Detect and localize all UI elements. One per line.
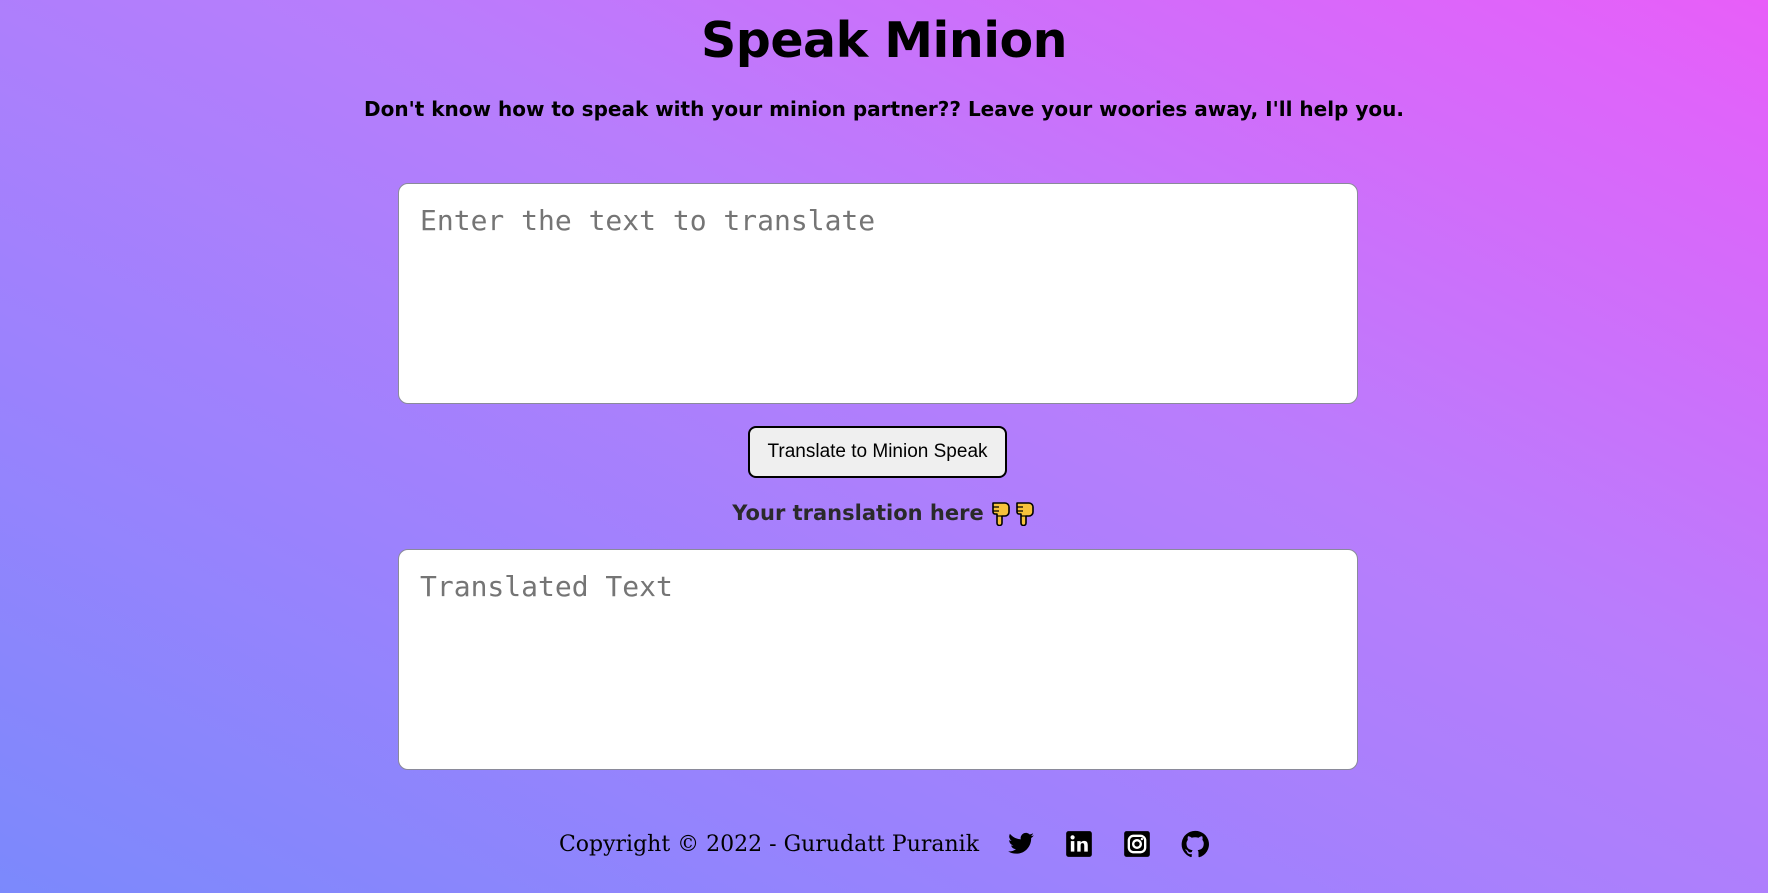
page-title: Speak Minion [700,12,1068,69]
copyright-text: Copyright © 2022 - Gurudatt Puranik [558,831,980,857]
github-icon[interactable] [1181,830,1210,858]
twitter-icon[interactable] [1007,830,1035,858]
footer: Copyright © 2022 - Gurudatt Puranik [0,830,1768,858]
pointing-down-icon [1015,502,1034,526]
social-links [1007,830,1210,858]
linkedin-icon[interactable] [1065,830,1093,858]
output-label: Your translation here [0,500,1768,526]
output-label-text: Your translation here [732,501,984,525]
input-textarea[interactable] [398,183,1358,404]
translate-button[interactable]: Translate to Minion Speak [748,426,1007,478]
output-textarea[interactable] [398,549,1358,770]
page-subtitle: Don't know how to speak with your minion… [364,97,1404,121]
pointing-down-icon [991,502,1010,526]
instagram-icon[interactable] [1123,830,1151,858]
pointing-down-icons [990,500,1036,526]
